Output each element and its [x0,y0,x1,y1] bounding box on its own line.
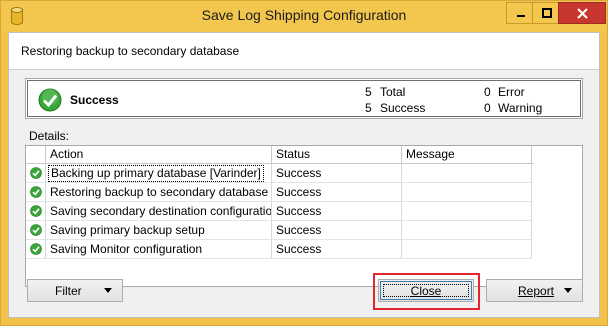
row-status: Success [272,240,402,259]
success-check-icon [29,186,42,198]
row-status: Success [272,183,402,202]
success-check-icon [29,205,42,217]
total-label: Total [380,85,406,99]
close-icon [576,7,588,19]
row-success-icon-cell [26,164,46,183]
row-action: Saving Monitor configuration [46,240,272,259]
summary-status: Success [70,93,119,107]
table-row[interactable]: Saving Monitor configuration Success [26,240,534,259]
row-message [402,221,532,240]
success-check-icon [29,243,42,255]
row-success-icon-cell [26,202,46,221]
warning-count: 0 [484,101,491,115]
close-button[interactable]: Close [378,279,474,302]
row-status: Success [272,164,402,183]
dropdown-arrow-icon [564,288,572,293]
row-message [402,183,532,202]
icon-column-header [26,146,46,163]
minimize-icon [516,15,525,17]
row-success-icon-cell [26,240,46,259]
row-action: Restoring backup to secondary database .… [46,183,272,202]
table-row[interactable]: Backing up primary database [Varinder] Su… [26,164,534,183]
header-strip: Restoring backup to secondary database [9,33,599,70]
warning-label: Warning [498,101,543,115]
dropdown-arrow-icon [104,288,112,293]
success-check-icon [29,224,42,236]
close-window-button[interactable] [558,2,606,24]
maximize-button[interactable] [532,2,561,24]
success-count: 5 [365,101,372,115]
row-success-icon-cell [26,221,46,240]
row-status: Success [272,202,402,221]
report-button-label: Report [518,284,555,298]
row-action: Backing up primary database [Varinder] [46,164,272,183]
success-check-icon [38,88,62,112]
column-header-message[interactable]: Message [402,146,532,163]
minimize-button[interactable] [506,2,535,24]
progress-subtitle: Restoring backup to secondary database [21,44,240,58]
row-success-icon-cell [26,183,46,202]
row-message [402,164,532,183]
total-count: 5 [365,85,372,99]
details-label: Details: [29,129,70,143]
error-label: Error [498,85,525,99]
filter-button-label: Filter [55,284,82,298]
row-action: Saving primary backup setup [46,221,272,240]
summary-panel: Success 5 Total 5 Success 0 Error 0 Warn… [25,78,583,119]
success-check-icon [29,167,42,179]
table-row[interactable]: Saving primary backup setup Success [26,221,534,240]
column-header-status[interactable]: Status [272,146,402,163]
table-row[interactable]: Saving secondary destination configurati… [26,202,534,221]
column-header-action[interactable]: Action [46,146,272,163]
dialog-body: Restoring backup to secondary database S… [8,32,600,318]
row-message [402,202,532,221]
title-bar[interactable]: Save Log Shipping Configuration [1,1,607,33]
table-row[interactable]: Restoring backup to secondary database .… [26,183,534,202]
maximize-icon [541,8,552,18]
row-message [402,240,532,259]
report-button[interactable]: Report [486,279,583,302]
filter-button[interactable]: Filter [27,279,123,302]
grid-header: Action Status Message [26,146,534,164]
row-status: Success [272,221,402,240]
close-button-label: Close [410,284,442,298]
details-grid[interactable]: Action Status Message Backing up primary… [25,145,583,287]
row-action: Saving secondary destination configurati… [46,202,272,221]
success-label: Success [380,101,426,115]
error-count: 0 [484,85,491,99]
dialog-window: Save Log Shipping Configuration Restorin… [0,0,608,326]
